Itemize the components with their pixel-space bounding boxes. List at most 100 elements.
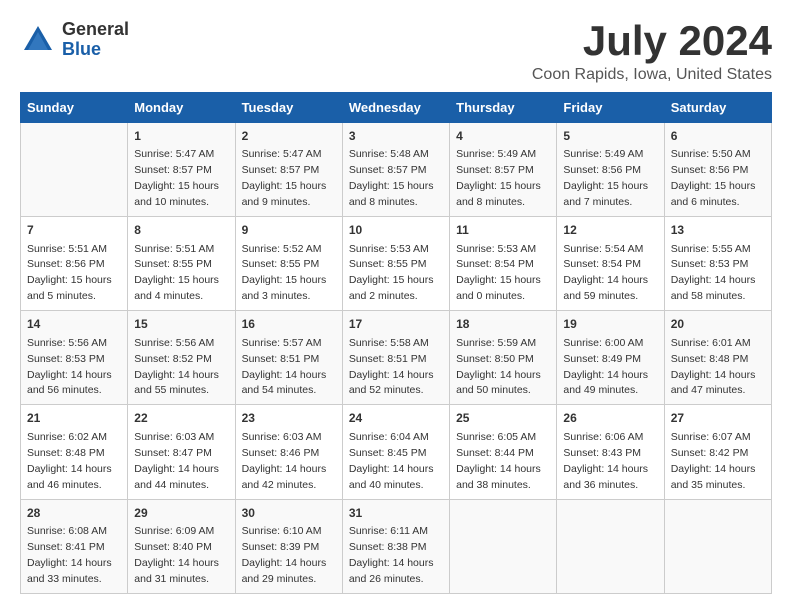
calendar-cell: 17 Sunrise: 5:58 AM Sunset: 8:51 PM Dayl… [342,311,449,405]
calendar-cell: 31 Sunrise: 6:11 AM Sunset: 8:38 PM Dayl… [342,499,449,593]
daylight-info: Daylight: 15 hours and 3 minutes. [242,274,327,302]
logo-general: General [62,20,129,40]
daylight-info: Daylight: 14 hours and 38 minutes. [456,463,541,491]
day-number: 30 [242,505,336,522]
calendar-cell: 29 Sunrise: 6:09 AM Sunset: 8:40 PM Dayl… [128,499,235,593]
sunrise-info: Sunrise: 5:51 AM [134,243,214,255]
calendar-cell: 21 Sunrise: 6:02 AM Sunset: 8:48 PM Dayl… [21,405,128,499]
day-number: 25 [456,410,550,427]
daylight-info: Daylight: 14 hours and 36 minutes. [563,463,648,491]
day-number: 4 [456,128,550,145]
sunset-info: Sunset: 8:53 PM [27,353,105,365]
day-number: 12 [563,222,657,239]
calendar-week-row: 14 Sunrise: 5:56 AM Sunset: 8:53 PM Dayl… [21,311,772,405]
daylight-info: Daylight: 15 hours and 4 minutes. [134,274,219,302]
daylight-info: Daylight: 15 hours and 0 minutes. [456,274,541,302]
sunrise-info: Sunrise: 5:47 AM [242,148,322,160]
daylight-info: Daylight: 14 hours and 35 minutes. [671,463,756,491]
main-title: July 2024 [532,20,772,62]
daylight-info: Daylight: 14 hours and 29 minutes. [242,557,327,585]
header: General Blue July 2024 Coon Rapids, Iowa… [20,20,772,84]
sunrise-info: Sunrise: 5:47 AM [134,148,214,160]
sunrise-info: Sunrise: 6:03 AM [242,431,322,443]
calendar: SundayMondayTuesdayWednesdayThursdayFrid… [20,92,772,594]
title-area: July 2024 Coon Rapids, Iowa, United Stat… [532,20,772,84]
calendar-week-row: 21 Sunrise: 6:02 AM Sunset: 8:48 PM Dayl… [21,405,772,499]
calendar-cell [664,499,771,593]
daylight-info: Daylight: 14 hours and 56 minutes. [27,369,112,397]
day-number: 6 [671,128,765,145]
day-number: 29 [134,505,228,522]
sunrise-info: Sunrise: 5:56 AM [27,337,107,349]
sunset-info: Sunset: 8:39 PM [242,541,320,553]
day-number: 10 [349,222,443,239]
daylight-info: Daylight: 14 hours and 55 minutes. [134,369,219,397]
daylight-info: Daylight: 14 hours and 49 minutes. [563,369,648,397]
sunset-info: Sunset: 8:57 PM [456,164,534,176]
calendar-cell [557,499,664,593]
sunset-info: Sunset: 8:48 PM [671,353,749,365]
sunrise-info: Sunrise: 6:02 AM [27,431,107,443]
sunset-info: Sunset: 8:56 PM [671,164,749,176]
sunset-info: Sunset: 8:52 PM [134,353,212,365]
calendar-cell: 6 Sunrise: 5:50 AM Sunset: 8:56 PM Dayli… [664,123,771,217]
day-of-week-header: Friday [557,93,664,123]
daylight-info: Daylight: 14 hours and 54 minutes. [242,369,327,397]
daylight-info: Daylight: 14 hours and 40 minutes. [349,463,434,491]
day-number: 19 [563,316,657,333]
day-number: 27 [671,410,765,427]
sunrise-info: Sunrise: 6:05 AM [456,431,536,443]
sunrise-info: Sunrise: 6:08 AM [27,525,107,537]
day-of-week-header: Saturday [664,93,771,123]
calendar-cell: 12 Sunrise: 5:54 AM Sunset: 8:54 PM Dayl… [557,217,664,311]
calendar-cell: 27 Sunrise: 6:07 AM Sunset: 8:42 PM Dayl… [664,405,771,499]
calendar-cell: 20 Sunrise: 6:01 AM Sunset: 8:48 PM Dayl… [664,311,771,405]
daylight-info: Daylight: 14 hours and 46 minutes. [27,463,112,491]
calendar-cell: 2 Sunrise: 5:47 AM Sunset: 8:57 PM Dayli… [235,123,342,217]
calendar-cell: 26 Sunrise: 6:06 AM Sunset: 8:43 PM Dayl… [557,405,664,499]
daylight-info: Daylight: 15 hours and 2 minutes. [349,274,434,302]
sunset-info: Sunset: 8:55 PM [242,258,320,270]
daylight-info: Daylight: 14 hours and 52 minutes. [349,369,434,397]
sunrise-info: Sunrise: 5:58 AM [349,337,429,349]
day-of-week-header: Sunday [21,93,128,123]
sunset-info: Sunset: 8:57 PM [349,164,427,176]
calendar-cell: 19 Sunrise: 6:00 AM Sunset: 8:49 PM Dayl… [557,311,664,405]
sunset-info: Sunset: 8:51 PM [242,353,320,365]
sunset-info: Sunset: 8:54 PM [456,258,534,270]
calendar-week-row: 1 Sunrise: 5:47 AM Sunset: 8:57 PM Dayli… [21,123,772,217]
day-number: 17 [349,316,443,333]
daylight-info: Daylight: 15 hours and 5 minutes. [27,274,112,302]
sunrise-info: Sunrise: 5:57 AM [242,337,322,349]
calendar-week-row: 28 Sunrise: 6:08 AM Sunset: 8:41 PM Dayl… [21,499,772,593]
calendar-cell: 4 Sunrise: 5:49 AM Sunset: 8:57 PM Dayli… [450,123,557,217]
day-of-week-header: Monday [128,93,235,123]
calendar-cell: 5 Sunrise: 5:49 AM Sunset: 8:56 PM Dayli… [557,123,664,217]
calendar-cell: 13 Sunrise: 5:55 AM Sunset: 8:53 PM Dayl… [664,217,771,311]
logo-text: General Blue [62,20,129,60]
sunset-info: Sunset: 8:46 PM [242,447,320,459]
day-number: 5 [563,128,657,145]
calendar-header: SundayMondayTuesdayWednesdayThursdayFrid… [21,93,772,123]
daylight-info: Daylight: 15 hours and 9 minutes. [242,180,327,208]
sunrise-info: Sunrise: 5:50 AM [671,148,751,160]
sunset-info: Sunset: 8:57 PM [134,164,212,176]
calendar-week-row: 7 Sunrise: 5:51 AM Sunset: 8:56 PM Dayli… [21,217,772,311]
sunrise-info: Sunrise: 5:55 AM [671,243,751,255]
sunrise-info: Sunrise: 5:56 AM [134,337,214,349]
days-of-week-row: SundayMondayTuesdayWednesdayThursdayFrid… [21,93,772,123]
sunrise-info: Sunrise: 6:03 AM [134,431,214,443]
calendar-cell: 28 Sunrise: 6:08 AM Sunset: 8:41 PM Dayl… [21,499,128,593]
calendar-cell: 7 Sunrise: 5:51 AM Sunset: 8:56 PM Dayli… [21,217,128,311]
day-number: 3 [349,128,443,145]
daylight-info: Daylight: 15 hours and 7 minutes. [563,180,648,208]
sunrise-info: Sunrise: 6:10 AM [242,525,322,537]
sunset-info: Sunset: 8:41 PM [27,541,105,553]
day-number: 16 [242,316,336,333]
calendar-cell: 15 Sunrise: 5:56 AM Sunset: 8:52 PM Dayl… [128,311,235,405]
sunset-info: Sunset: 8:57 PM [242,164,320,176]
sunset-info: Sunset: 8:53 PM [671,258,749,270]
day-of-week-header: Thursday [450,93,557,123]
day-number: 31 [349,505,443,522]
sunset-info: Sunset: 8:50 PM [456,353,534,365]
